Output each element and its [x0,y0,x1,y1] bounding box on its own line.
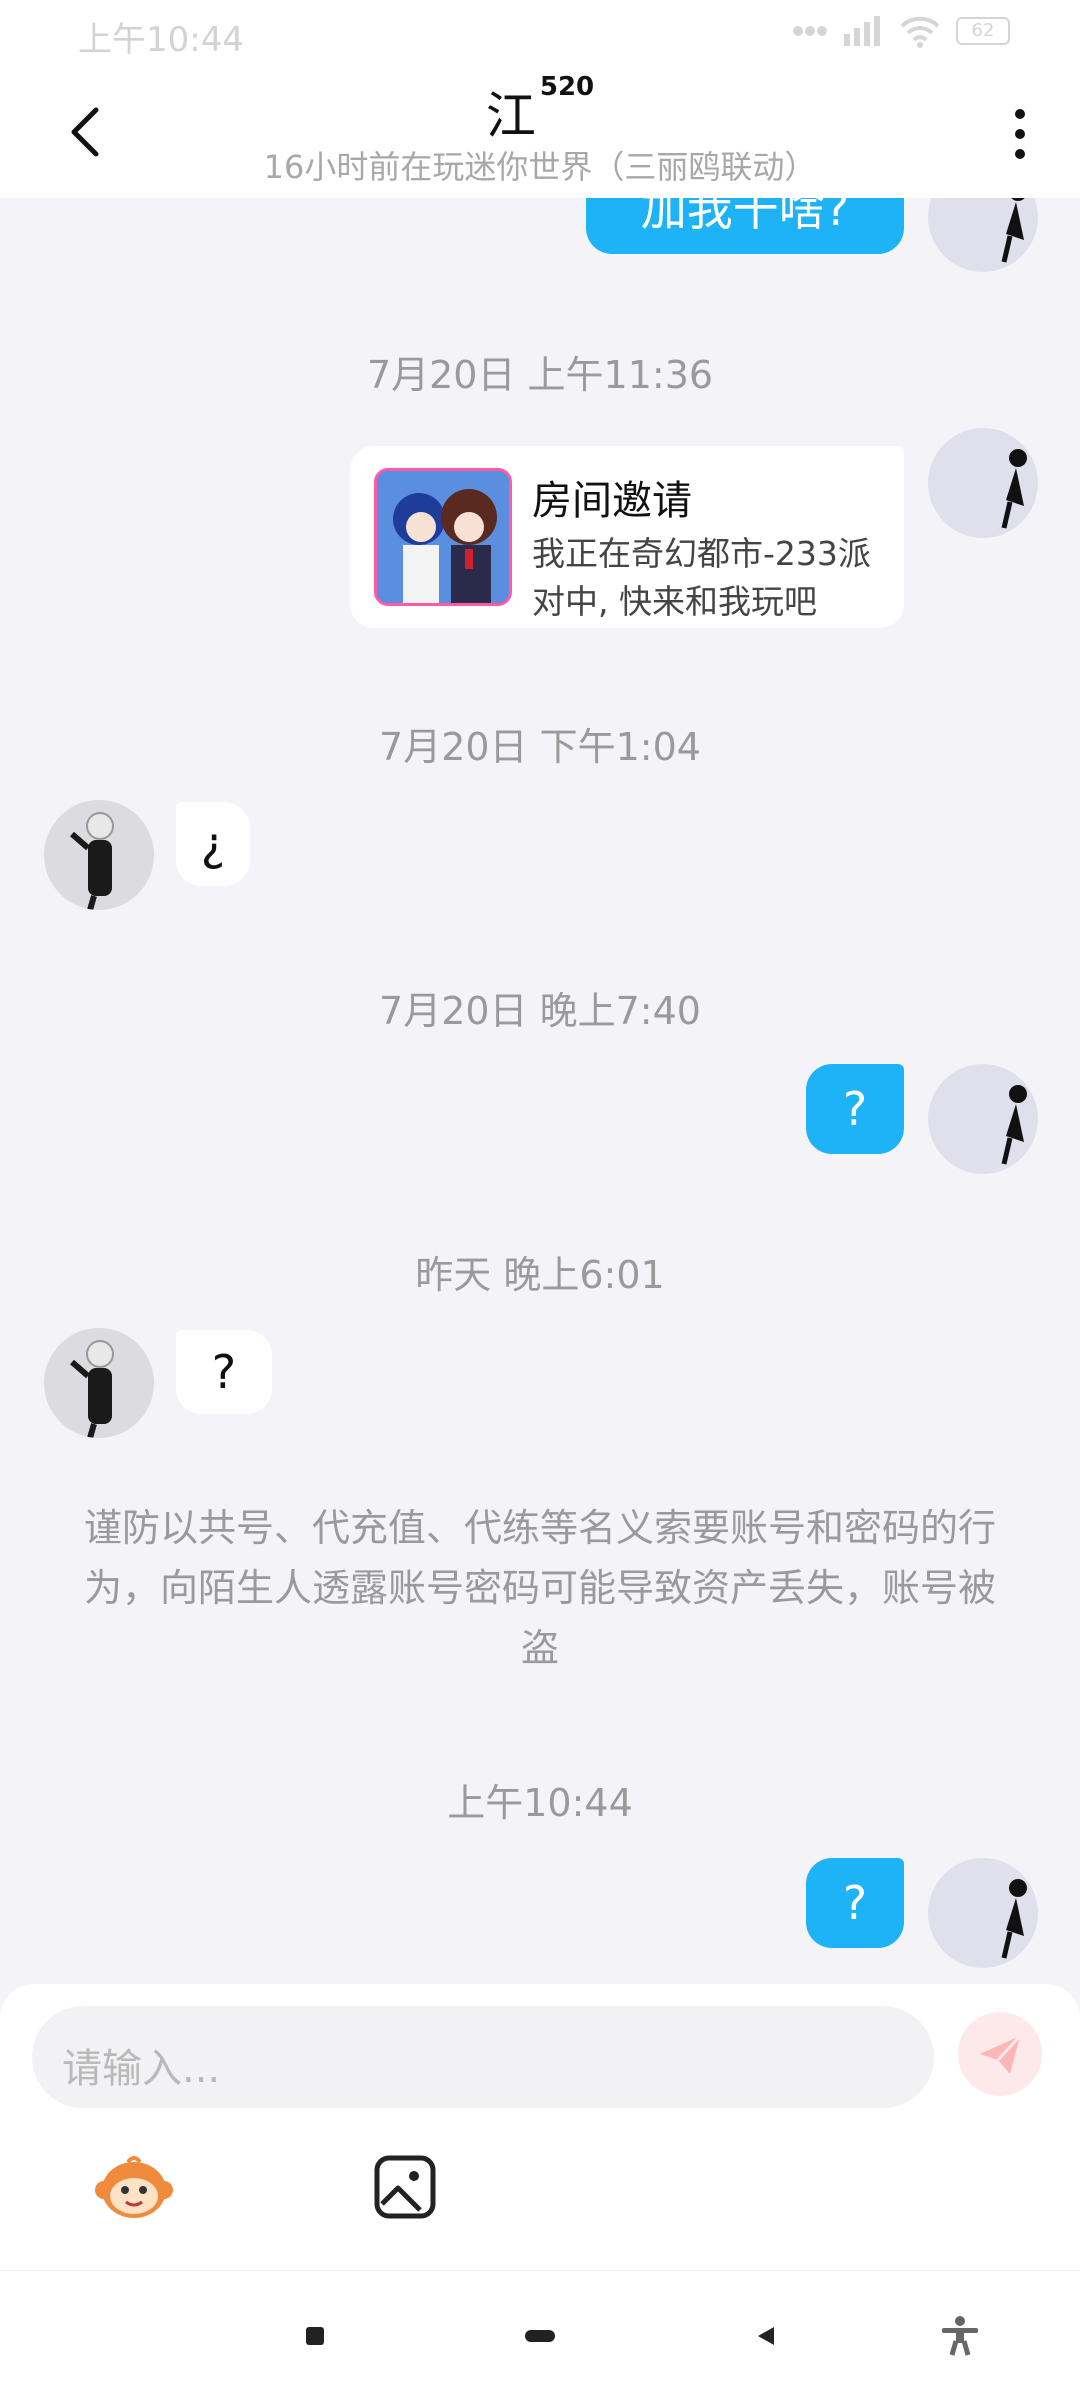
message-text: ? [842,1876,868,1930]
triangle-back-icon [758,2327,774,2345]
status-bar: 上午10:44 62 [0,0,1080,64]
contact-avatar[interactable] [44,800,154,910]
home-pill-icon [525,2330,555,2342]
room-invite-card[interactable]: 房间邀请 我正在奇幻都市-233派对中, 快来和我玩吧 [350,446,904,628]
avatar-figure-icon [70,1340,114,1438]
send-icon [980,2034,1022,2074]
invite-description: 我正在奇幻都市-233派对中, 快来和我玩吧 [532,534,871,621]
contact-status: 16小时前在玩迷你世界（三丽鸥联动） [263,148,817,186]
my-avatar[interactable] [928,198,1038,272]
image-picker-icon[interactable] [374,2154,436,2220]
message-text: ? [842,1082,868,1136]
my-avatar[interactable] [928,1064,1038,1174]
invite-title: 房间邀请 [532,478,692,524]
recent-apps-button[interactable] [290,2271,340,2400]
battery-level: 62 [971,20,995,41]
emoji-monkey-icon[interactable] [94,2152,174,2222]
message-input-panel: 请输入... [0,1984,1080,2270]
avatar-figure-icon [1001,1879,1027,1959]
contact-level-badge: 520 [539,72,595,102]
home-button[interactable] [510,2271,570,2400]
status-time: 上午10:44 [78,20,244,60]
accessibility-icon [942,2316,978,2356]
system-nav-bar [0,2270,1080,2400]
timestamp: 7月20日 下午1:04 [379,725,701,769]
back-button[interactable] [736,2271,796,2400]
contact-avatar[interactable] [44,1328,154,1438]
message-bubble-outgoing[interactable]: ? [806,1858,904,1948]
anime-characters-image [377,471,509,603]
send-button[interactable] [958,2012,1042,2096]
message-text: 加我干啥? [640,198,850,236]
wifi-icon [900,16,940,48]
status-icons: 62 [792,14,1010,48]
chat-header: 江 520 16小时前在玩迷你世界（三丽鸥联动） [0,64,1080,198]
avatar-figure-icon [1001,198,1025,263]
game-thumbnail [374,468,512,606]
timestamp: 上午10:44 [447,1781,633,1825]
security-notice: 谨防以共号、代充值、代练等名义索要账号和密码的行为，向陌生人透露账号密码可能导致… [83,1506,996,1670]
message-input-placeholder: 请输入... [62,2046,221,2092]
contact-name-text: 江 [485,87,536,145]
message-bubble-outgoing[interactable]: 加我干啥? [586,198,904,254]
contact-name: 江 520 [485,72,594,148]
battery-icon: 62 [956,17,1010,45]
my-avatar[interactable] [928,1858,1038,1968]
timestamp: 昨天 晚上6:01 [415,1253,665,1297]
more-options-icon[interactable] [1012,108,1028,160]
message-bubble-incoming[interactable]: ¿ [176,802,250,886]
avatar-figure-icon [70,812,114,910]
my-avatar[interactable] [928,428,1038,538]
message-text: ? [211,1345,237,1399]
message-text: ¿ [200,817,226,871]
signal-icon [844,16,880,46]
avatar-figure-icon [1001,1085,1027,1165]
chat-message-list[interactable]: 加我干啥? 7月20日 上午11:36 房间邀请 我正在奇幻都市-233派对中,… [0,198,1080,1984]
message-bubble-incoming[interactable]: ? [176,1330,272,1414]
square-icon [306,2327,324,2345]
message-bubble-outgoing[interactable]: ? [806,1064,904,1154]
avatar-figure-icon [1001,449,1027,529]
dots-icon [793,26,827,36]
message-input[interactable]: 请输入... [32,2006,934,2108]
timestamp: 7月20日 晚上7:40 [379,989,701,1033]
accessibility-button[interactable] [930,2271,990,2400]
title-wrap: 江 520 [0,72,1080,148]
timestamp: 7月20日 上午11:36 [366,353,714,397]
